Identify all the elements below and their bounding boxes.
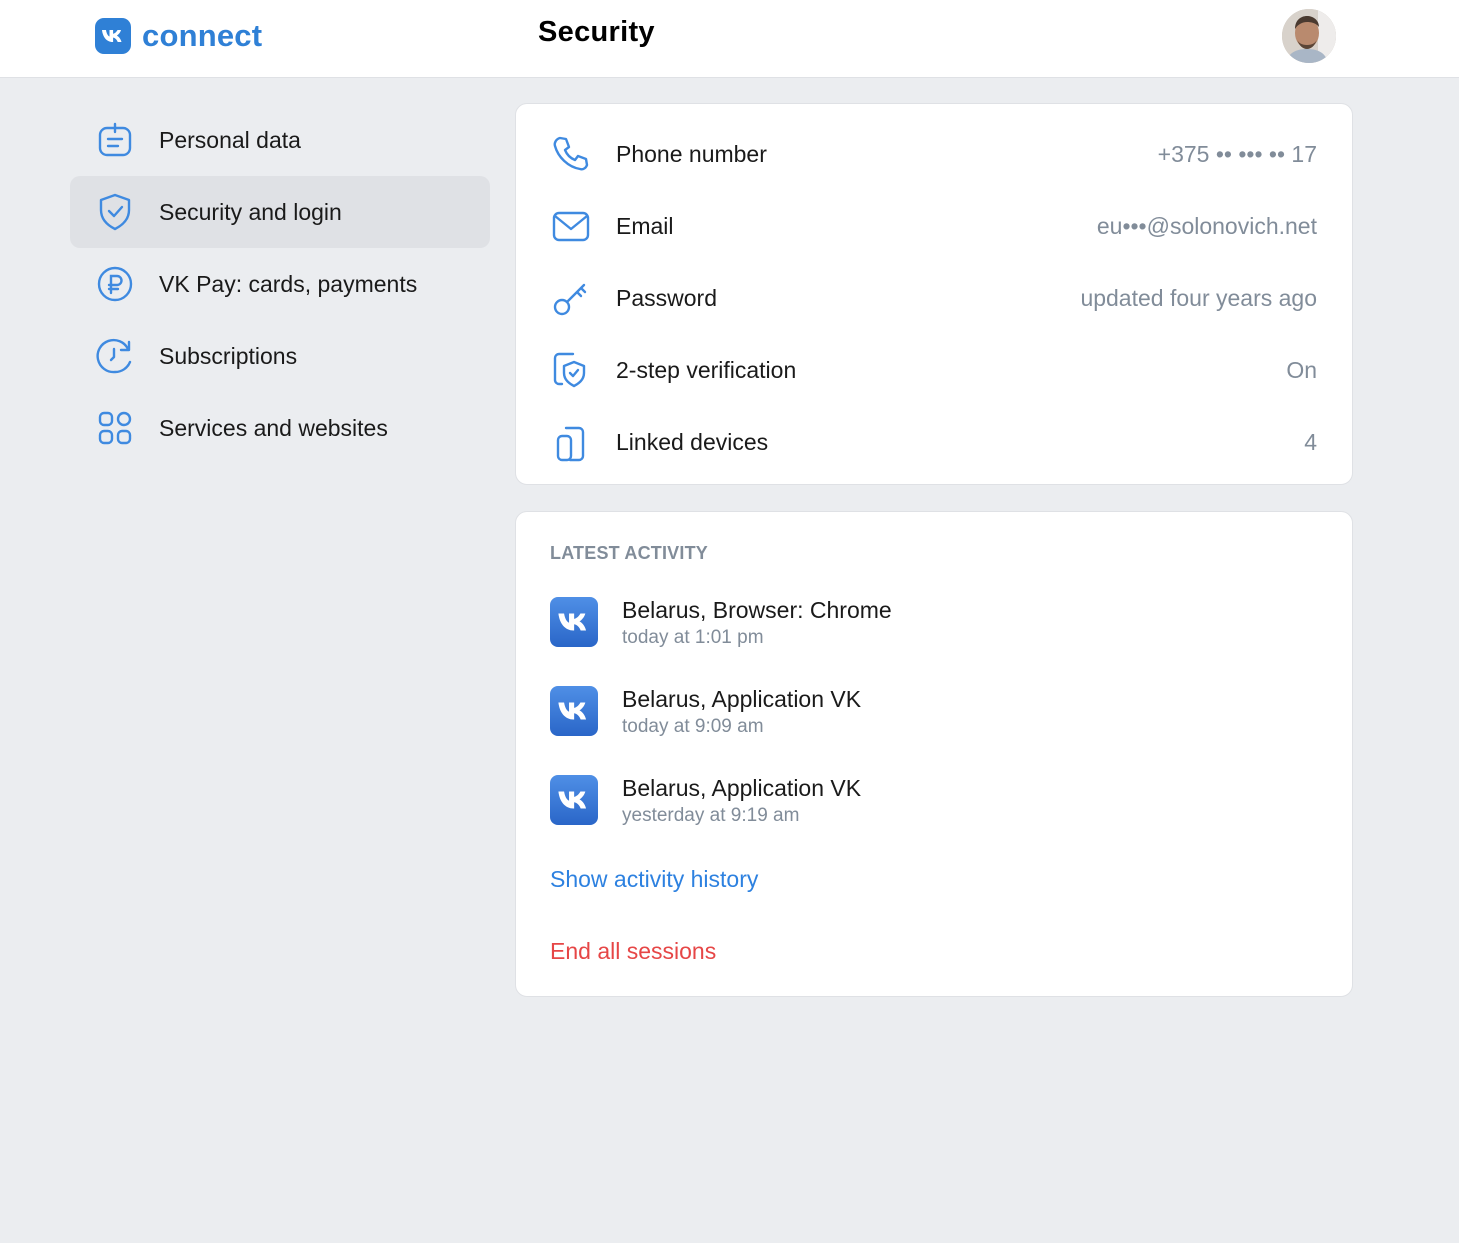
activity-time: today at 1:01 pm	[622, 627, 764, 648]
activity-title: Belarus, Browser: Chrome	[622, 597, 892, 623]
row-value: eu•••@solonovich.net	[1096, 212, 1317, 239]
row-value: On	[1286, 356, 1317, 383]
row-value: updated four years ago	[1080, 284, 1317, 311]
activity-title: Belarus, Application VK	[622, 775, 862, 801]
vk-app-icon	[550, 686, 598, 736]
section-title: LATEST ACTIVITY	[550, 543, 708, 563]
row-label: Linked devices	[616, 428, 769, 455]
vk-app-icon	[550, 775, 598, 825]
sidebar-item-label: Services and websites	[159, 414, 388, 441]
phone-number-row[interactable]: Phone number +375 •• ••• •• 17	[516, 118, 1352, 190]
activity-time: yesterday at 9:19 am	[622, 805, 800, 826]
two-step-row[interactable]: 2-step verification On	[516, 334, 1352, 406]
key-icon	[550, 277, 592, 319]
vk-connect-logo[interactable]: connect	[95, 17, 262, 54]
shield-check-icon	[95, 192, 135, 232]
sidebar-item-label: Security and login	[159, 198, 342, 225]
activity-title: Belarus, Application VK	[622, 686, 862, 712]
sidebar-item-label: Personal data	[159, 126, 301, 153]
id-card-icon	[95, 120, 135, 160]
row-label: 2-step verification	[616, 356, 797, 383]
activity-time: today at 9:09 am	[622, 716, 764, 737]
sidebar-nav: Personal data Security and login VK Pay:…	[70, 104, 490, 464]
linked-devices-row[interactable]: Linked devices 4	[516, 406, 1352, 478]
user-avatar[interactable]	[1282, 9, 1336, 63]
apps-grid-icon	[95, 408, 135, 448]
security-card: Phone number +375 •• ••• •• 17 Email eu•…	[515, 103, 1353, 485]
activity-item[interactable]: Belarus, Application VK today at 9:09 am	[550, 685, 1310, 774]
sidebar-item-services[interactable]: Services and websites	[70, 392, 490, 464]
ruble-icon	[95, 264, 135, 304]
renew-clock-icon	[95, 336, 135, 376]
password-row[interactable]: Password updated four years ago	[516, 262, 1352, 334]
top-bar: connect Security	[0, 0, 1459, 78]
shield-pages-icon	[550, 349, 592, 391]
activity-list: Belarus, Browser: Chrome today at 1:01 p…	[550, 596, 1310, 863]
row-label: Phone number	[616, 140, 767, 167]
vk-app-icon	[550, 597, 598, 647]
sidebar-item-vk-pay[interactable]: VK Pay: cards, payments	[70, 248, 490, 320]
sidebar-item-label: VK Pay: cards, payments	[159, 270, 418, 297]
page-title: Security	[538, 16, 655, 48]
sidebar-item-personal-data[interactable]: Personal data	[70, 104, 490, 176]
devices-icon	[550, 421, 592, 463]
activity-card: LATEST ACTIVITY Belarus, Browser: Chrome…	[515, 511, 1353, 997]
show-activity-history-link[interactable]: Show activity history	[550, 866, 758, 893]
row-value: +375 •• ••• •• 17	[1157, 140, 1317, 167]
row-label: Email	[616, 212, 674, 239]
sidebar-item-security[interactable]: Security and login	[70, 176, 490, 248]
logo-text: connect	[142, 17, 263, 53]
sidebar-item-subscriptions[interactable]: Subscriptions	[70, 320, 490, 392]
email-row[interactable]: Email eu•••@solonovich.net	[516, 190, 1352, 262]
activity-item[interactable]: Belarus, Browser: Chrome today at 1:01 p…	[550, 596, 1310, 685]
row-value: 4	[1304, 428, 1317, 455]
sidebar-item-label: Subscriptions	[159, 342, 298, 369]
activity-item[interactable]: Belarus, Application VK yesterday at 9:1…	[550, 774, 1310, 863]
end-all-sessions-button[interactable]: End all sessions	[550, 938, 716, 965]
mail-icon	[550, 205, 592, 247]
phone-icon	[550, 133, 592, 175]
vk-logo-icon	[95, 17, 131, 54]
row-label: Password	[616, 284, 717, 311]
